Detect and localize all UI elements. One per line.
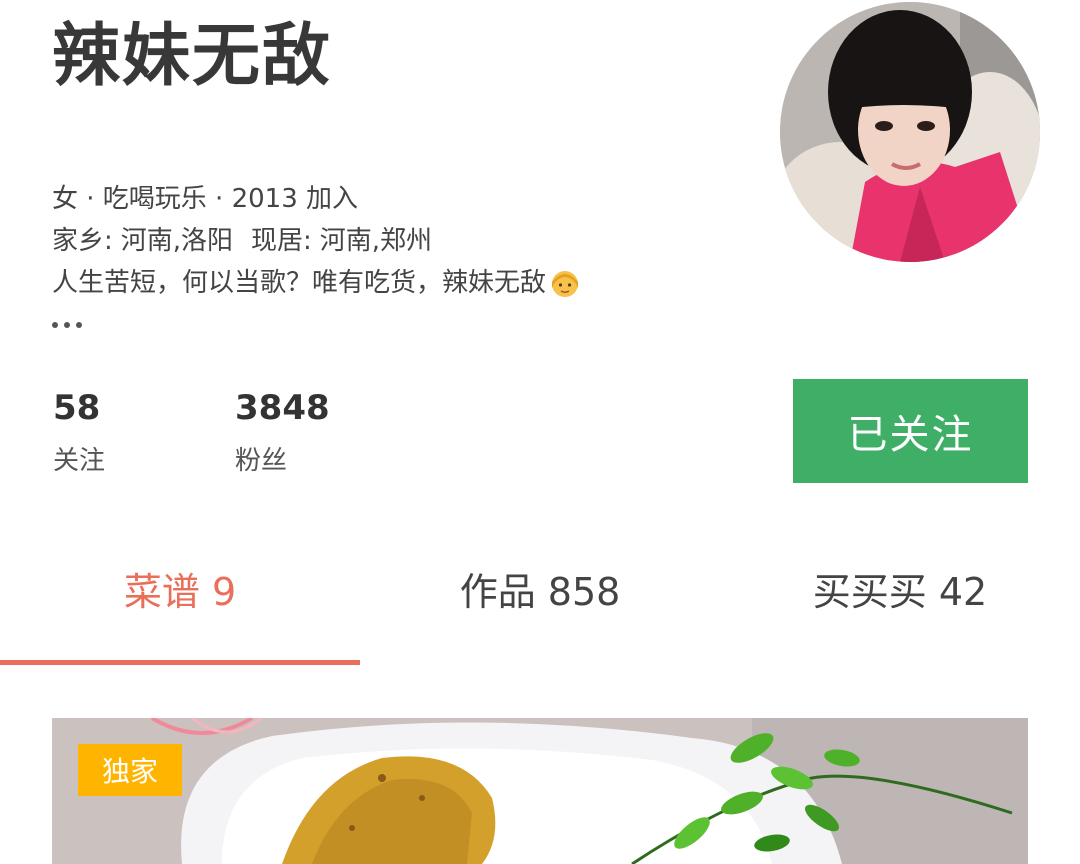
recipe-photo bbox=[52, 718, 1028, 864]
tab-bar: 菜谱 9 作品 858 买买买 42 bbox=[0, 548, 1080, 628]
followers-stat[interactable]: 3848 粉丝 bbox=[235, 388, 330, 480]
hometown-label: 家乡: bbox=[52, 226, 113, 256]
user-name: 辣妹无敌 bbox=[52, 17, 333, 96]
hometown-value: 河南,洛阳 bbox=[120, 226, 234, 256]
following-stat[interactable]: 58 关注 bbox=[53, 388, 105, 480]
tab-recipes[interactable]: 菜谱 9 bbox=[0, 548, 360, 628]
profile-info: 女 · 吃喝玩乐 · 2013 加入 家乡: 河南,洛阳 现居: 河南,郑州 人… bbox=[52, 178, 582, 304]
follow-button[interactable]: 已关注 bbox=[793, 379, 1028, 483]
profile-page: 辣妹无敌 女 · 吃喝玩乐 · 2013 加入 家乡: 河南,洛阳 现居: 河南… bbox=[0, 0, 1080, 864]
residence-label: 现居: bbox=[251, 226, 312, 256]
bio-text: 人生苦短，何以当歌？唯有吃货，辣妹无敌 bbox=[52, 268, 547, 298]
followers-label: 粉丝 bbox=[235, 446, 288, 476]
active-tab-indicator bbox=[0, 660, 360, 665]
tab-shopping[interactable]: 买买买 42 bbox=[720, 548, 1080, 628]
more-icon[interactable] bbox=[52, 322, 82, 328]
followers-count: 3848 bbox=[235, 388, 330, 428]
exclusive-badge: 独家 bbox=[78, 744, 182, 796]
avatar[interactable] bbox=[780, 2, 1040, 262]
avatar-photo bbox=[780, 2, 1040, 262]
residence-value: 河南,郑州 bbox=[319, 226, 433, 256]
tab-works[interactable]: 作品 858 bbox=[360, 548, 720, 628]
bio-line: 人生苦短，何以当歌？唯有吃货，辣妹无敌 bbox=[52, 262, 582, 304]
girl-emoji-icon bbox=[552, 271, 579, 297]
following-label: 关注 bbox=[53, 446, 106, 476]
meta-line: 女 · 吃喝玩乐 · 2013 加入 bbox=[52, 184, 359, 214]
location-line: 家乡: 河南,洛阳 现居: 河南,郑州 bbox=[52, 220, 582, 262]
recipe-card[interactable]: 独家 bbox=[52, 718, 1028, 864]
following-count: 58 bbox=[53, 388, 101, 428]
